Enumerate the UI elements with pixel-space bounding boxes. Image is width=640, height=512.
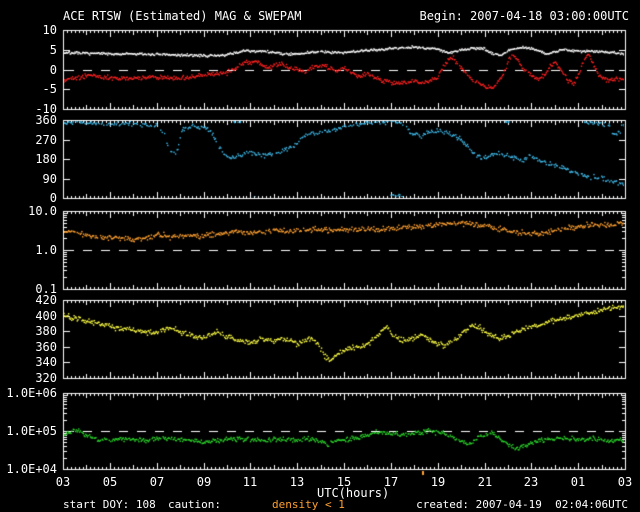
y-tick-label: 1.0E+06 [6,386,57,400]
y-tick-label: 90 [42,172,57,186]
x-tick-label: 19 [430,475,446,489]
y-tick-label: 5 [49,43,57,57]
x-tick-label: 07 [149,475,165,489]
start-doy-label: start DOY: 108 [63,498,156,511]
y-tick-label: 10.0 [28,204,57,218]
x-tick-label: 09 [196,475,212,489]
y-tick-label: 380 [35,324,57,338]
begin-timestamp: Begin: 2007-04-18 03:00:00UTC [419,9,629,23]
y-tick-label: 0 [49,63,57,77]
caution-label: caution: [168,498,221,511]
y-tick-label: -5 [42,82,57,96]
created-timestamp: created: 2007-04-19 02:04:06UTC [416,498,628,511]
y-tick-label: 320 [35,371,57,385]
y-tick-label: 360 [35,113,57,127]
x-tick-label: 01 [570,475,586,489]
y-tick-label: 340 [35,355,57,369]
y-tick-label: 1.0E+04 [6,462,57,476]
y-tick-label: 10 [42,23,57,37]
y-tick-label: 420 [35,293,57,307]
x-tick-label: 13 [289,475,305,489]
y-tick-label: 360 [35,340,57,354]
x-tick-label: 05 [102,475,118,489]
caution-value: density < 1 [272,498,345,511]
y-tick-label: 0 [49,191,57,205]
y-tick-label: 400 [35,309,57,323]
x-tick-label: 03 [55,475,71,489]
x-tick-label: 21 [477,475,493,489]
y-tick-label: 180 [35,152,57,166]
x-tick-label: 11 [242,475,258,489]
x-tick-label: 03 [617,475,633,489]
y-tick-label: 270 [35,133,57,147]
chart-canvas [0,0,640,512]
y-tick-label: 1.0 [35,243,57,257]
chart-title: ACE RTSW (Estimated) MAG & SWEPAM [63,9,302,23]
x-tick-label: 23 [523,475,539,489]
y-tick-label: 1.0E+05 [6,424,57,438]
ace-rtsw-plot: ACE RTSW (Estimated) MAG & SWEPAM Begin:… [0,0,640,512]
